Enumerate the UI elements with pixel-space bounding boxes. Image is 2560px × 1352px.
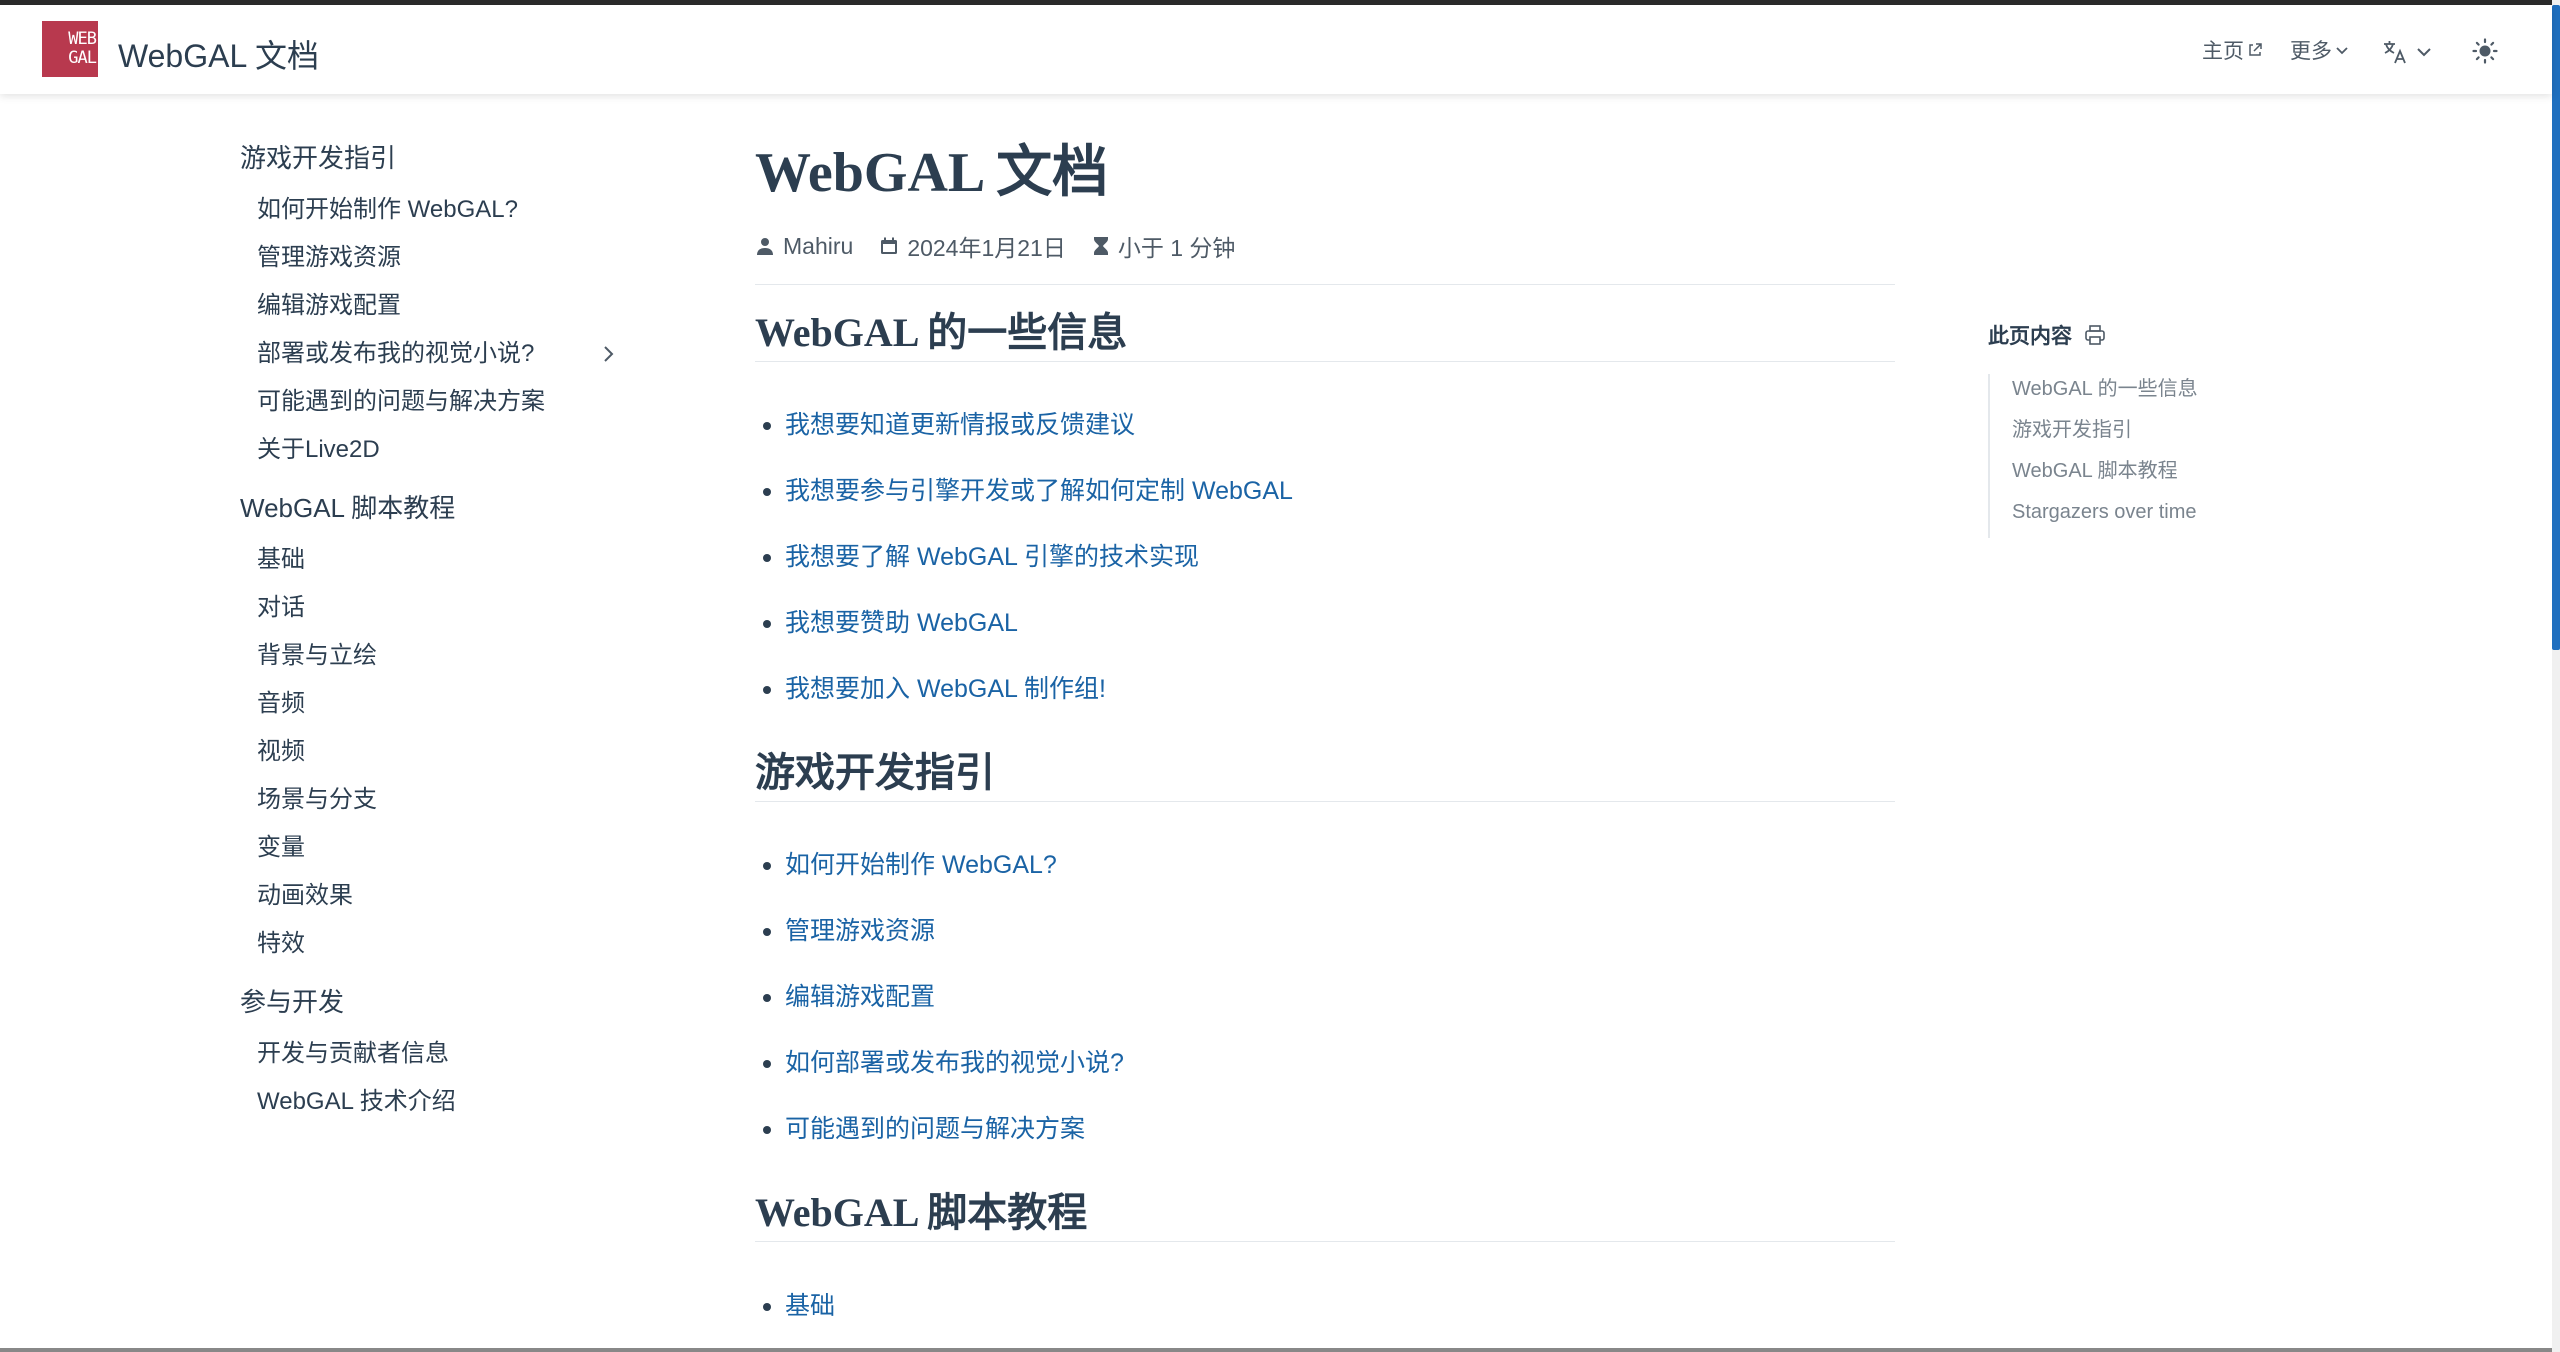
- link-tech-impl[interactable]: 我想要了解 WebGAL 引擎的技术实现: [785, 543, 1199, 571]
- link-getting-started[interactable]: 如何开始制作 WebGAL?: [785, 851, 1057, 879]
- list-item: 如何部署或发布我的视觉小说?: [755, 1033, 1895, 1099]
- nav-home-link[interactable]: 主页: [2202, 35, 2263, 65]
- list-item: 我想要参与引擎开发或了解如何定制 WebGAL: [755, 461, 1895, 527]
- sidebar-item-basics[interactable]: 基础: [240, 540, 640, 588]
- chevron-down-icon: [2416, 44, 2432, 60]
- sidebar-item-live2d[interactable]: 关于Live2D: [240, 430, 640, 478]
- sidebar-item-deploy[interactable]: 部署或发布我的视觉小说?: [240, 334, 640, 382]
- logo-text-line1: WEB: [68, 29, 97, 49]
- section-heading: WebGAL 的一些信息: [755, 291, 1895, 362]
- list-item: 我想要了解 WebGAL 引擎的技术实现: [755, 527, 1895, 593]
- toc-item[interactable]: 游戏开发指引: [2012, 415, 2248, 456]
- page-title: WebGAL 文档: [755, 142, 1109, 204]
- reading-time: 小于 1 分钟: [1117, 235, 1236, 261]
- nav-more-label: 更多: [2290, 40, 2332, 63]
- link-join-team[interactable]: 我想要加入 WebGAL 制作组!: [785, 675, 1106, 703]
- chevron-right-icon[interactable]: [598, 344, 618, 364]
- main-content: WebGAL 文档 Mahiru 2024年1月21日 小于 1 分钟 WebG…: [755, 138, 1895, 1342]
- calendar-icon: [879, 236, 899, 256]
- navbar: WEB GAL WebGAL 文档 主页 更多: [0, 5, 2552, 94]
- sidebar-item-dialogue[interactable]: 对话: [240, 588, 640, 636]
- sidebar: 游戏开发指引 如何开始制作 WebGAL? 管理游戏资源 编辑游戏配置 部署或发…: [240, 138, 640, 1130]
- window-bottom-border: [0, 1348, 2552, 1352]
- sidebar-item-tech-intro[interactable]: WebGAL 技术介绍: [240, 1082, 640, 1130]
- language-switcher[interactable]: [2382, 39, 2432, 65]
- link-list: 基础: [755, 1276, 1895, 1342]
- link-list: 我想要知道更新情报或反馈建议 我想要参与引擎开发或了解如何定制 WebGAL 我…: [755, 395, 1895, 725]
- sun-icon: [2472, 38, 2498, 64]
- sidebar-group-title[interactable]: WebGAL 脚本教程: [240, 488, 640, 540]
- chevron-down-icon: [2335, 43, 2349, 57]
- print-icon[interactable]: [2084, 324, 2106, 346]
- toc-list: WebGAL 的一些信息 游戏开发指引 WebGAL 脚本教程 Stargaze…: [1988, 374, 2248, 538]
- link-list: 如何开始制作 WebGAL? 管理游戏资源 编辑游戏配置 如何部署或发布我的视觉…: [755, 835, 1895, 1165]
- sidebar-item-animation[interactable]: 动画效果: [240, 876, 640, 924]
- toc-header: 此页内容: [1988, 318, 2248, 352]
- site-title[interactable]: WebGAL 文档: [118, 31, 319, 77]
- sidebar-group-title[interactable]: 参与开发: [240, 982, 640, 1034]
- webgal-logo[interactable]: WEB GAL: [42, 21, 98, 77]
- link-config[interactable]: 编辑游戏配置: [785, 983, 935, 1011]
- sidebar-item-getting-started[interactable]: 如何开始制作 WebGAL?: [240, 190, 640, 238]
- link-sponsor[interactable]: 我想要赞助 WebGAL: [785, 609, 1018, 637]
- nav-more-dropdown[interactable]: 更多: [2290, 35, 2349, 65]
- external-link-icon: [2247, 42, 2263, 58]
- sidebar-item-contributors[interactable]: 开发与贡献者信息: [240, 1034, 640, 1082]
- sidebar-item-config[interactable]: 编辑游戏配置: [240, 286, 640, 334]
- link-basics[interactable]: 基础: [785, 1292, 835, 1320]
- table-of-contents: 此页内容 WebGAL 的一些信息 游戏开发指引 WebGAL 脚本教程 Sta…: [1988, 318, 2248, 538]
- sidebar-item-audio[interactable]: 音频: [240, 684, 640, 732]
- section-heading: 游戏开发指引: [755, 731, 1895, 803]
- hourglass-icon: [1092, 236, 1110, 256]
- section-heading: WebGAL 脚本教程: [755, 1171, 1895, 1243]
- list-item: 基础: [755, 1276, 1895, 1342]
- sidebar-item-background[interactable]: 背景与立绘: [240, 636, 640, 684]
- translate-icon: [2382, 39, 2408, 65]
- sidebar-item-faq[interactable]: 可能遇到的问题与解决方案: [240, 382, 640, 430]
- page-meta: Mahiru 2024年1月21日 小于 1 分钟: [755, 224, 1895, 268]
- list-item: 我想要加入 WebGAL 制作组!: [755, 659, 1895, 725]
- list-item: 我想要赞助 WebGAL: [755, 593, 1895, 659]
- list-item: 如何开始制作 WebGAL?: [755, 835, 1895, 901]
- link-feedback[interactable]: 我想要知道更新情报或反馈建议: [785, 411, 1135, 439]
- list-item: 我想要知道更新情报或反馈建议: [755, 395, 1895, 461]
- scrollbar-thumb[interactable]: [2552, 5, 2560, 650]
- publish-date: 2024年1月21日: [907, 235, 1066, 261]
- link-deploy[interactable]: 如何部署或发布我的视觉小说?: [785, 1049, 1124, 1077]
- link-faq[interactable]: 可能遇到的问题与解决方案: [785, 1115, 1085, 1143]
- toc-item[interactable]: WebGAL 脚本教程: [2012, 456, 2248, 497]
- theme-toggle-button[interactable]: [2472, 38, 2498, 64]
- nav-home-label: 主页: [2202, 40, 2244, 63]
- list-item: 可能遇到的问题与解决方案: [755, 1099, 1895, 1165]
- sidebar-item-variables[interactable]: 变量: [240, 828, 640, 876]
- sidebar-item-scenes[interactable]: 场景与分支: [240, 780, 640, 828]
- divider: [755, 284, 1895, 285]
- logo-text-line2: GAL: [68, 48, 97, 68]
- author-name[interactable]: Mahiru: [783, 233, 853, 260]
- link-engine-dev[interactable]: 我想要参与引擎开发或了解如何定制 WebGAL: [785, 477, 1293, 505]
- sidebar-item-resources[interactable]: 管理游戏资源: [240, 238, 640, 286]
- author-icon: [755, 236, 775, 256]
- list-item: 管理游戏资源: [755, 901, 1895, 967]
- toc-item[interactable]: WebGAL 的一些信息: [2012, 374, 2248, 415]
- toc-title: 此页内容: [1988, 325, 2072, 348]
- link-resources[interactable]: 管理游戏资源: [785, 917, 935, 945]
- sidebar-item-label: 部署或发布我的视觉小说?: [257, 340, 535, 367]
- sidebar-item-effects[interactable]: 特效: [240, 924, 640, 972]
- sidebar-group-title[interactable]: 游戏开发指引: [240, 138, 640, 190]
- toc-item[interactable]: Stargazers over time: [2012, 497, 2248, 538]
- sidebar-item-video[interactable]: 视频: [240, 732, 640, 780]
- list-item: 编辑游戏配置: [755, 967, 1895, 1033]
